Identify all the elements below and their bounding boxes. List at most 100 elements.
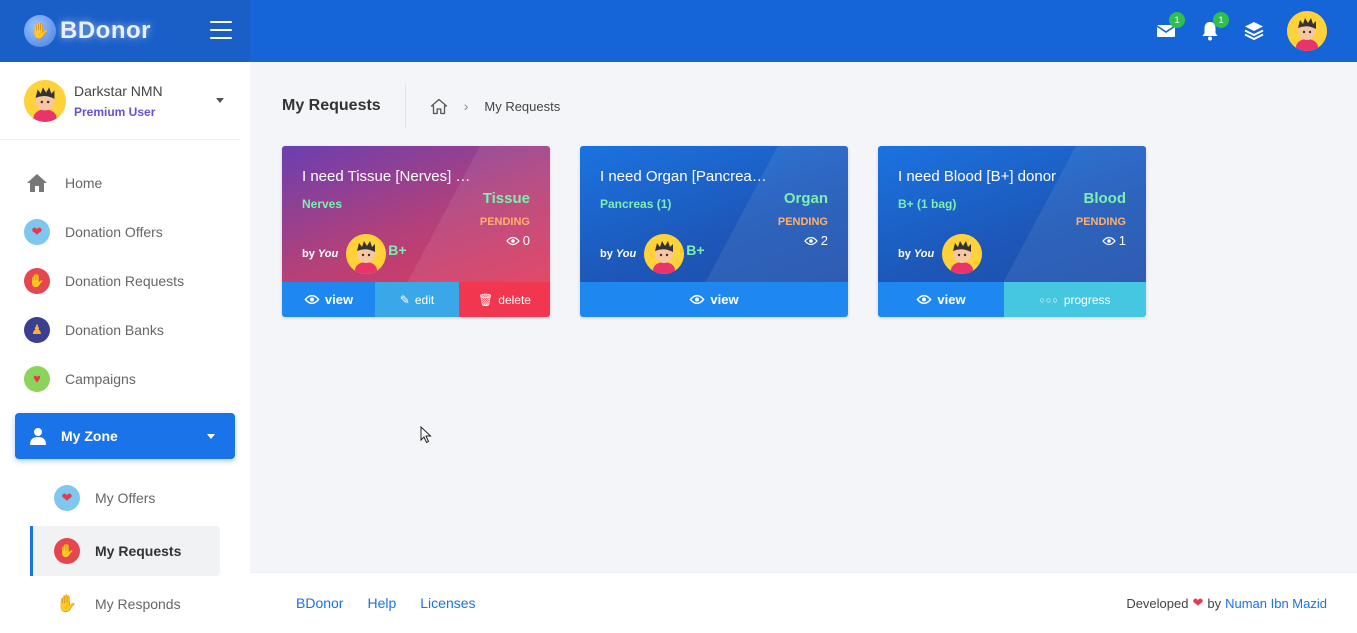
view-button-label: view — [324, 292, 354, 307]
request-cards: I need Tissue [Nerves] d... Nerves Tissu… — [282, 146, 1146, 317]
card-view-count: 2 — [820, 233, 828, 248]
trash-icon: 🗑 — [478, 292, 494, 307]
top-actions: 1 1 — [1155, 10, 1327, 52]
eye-icon — [803, 236, 818, 245]
blood-group: B+ — [388, 242, 407, 258]
layers-icon[interactable] — [1243, 20, 1265, 42]
home-icon[interactable] — [430, 97, 448, 115]
raised-hand-icon: ✋ — [56, 594, 78, 613]
footer-credit: Developed ❤ by Numan Ibn Mazid — [1126, 595, 1327, 611]
sidebar-item-label: My Requests — [95, 543, 182, 559]
card-type: Organ — [783, 190, 828, 207]
bank-icon: ♟ — [24, 316, 50, 343]
chevron-down-icon[interactable] — [216, 98, 224, 103]
card-title: I need Organ [Pancreas] ... — [600, 168, 770, 185]
status-badge: PENDING — [479, 216, 530, 228]
sidebar-item-my-zone[interactable]: My Zone — [15, 413, 235, 459]
chevron-right-icon: › — [463, 98, 469, 114]
sidebar-item-donation-requests[interactable]: ✋ Donation Requests — [0, 256, 250, 305]
footer-links: BDonor Help Licenses — [296, 595, 476, 611]
footer-link-help[interactable]: Help — [367, 595, 396, 611]
breadcrumb: › My Requests — [430, 97, 561, 115]
heart-offer-icon: ❤ — [54, 485, 80, 511]
edit-button[interactable]: ✎ edit — [375, 282, 459, 317]
card-title: I need Blood [B+] donor — [898, 168, 1057, 185]
view-button[interactable]: view — [878, 282, 1004, 317]
author-link[interactable]: Numan Ibn Mazid — [1225, 596, 1327, 611]
sidebar: Darkstar NMN Premium User Home ❤ Donatio… — [0, 62, 250, 633]
eye-icon — [304, 294, 320, 305]
card-body: I need Tissue [Nerves] d... Nerves Tissu… — [282, 146, 550, 282]
card-view-count: 0 — [522, 233, 530, 248]
mouse-cursor-icon — [420, 426, 432, 444]
avatar[interactable] — [1287, 11, 1327, 51]
sidebar-item-home[interactable]: Home — [0, 158, 250, 207]
card-actions: view ○○○ progress — [878, 282, 1146, 317]
credit-prefix: Developed — [1126, 595, 1189, 611]
top-bar: ✋ BDonor 1 1 — [0, 0, 1357, 62]
card-by-prefix: by — [302, 248, 315, 260]
card-title: I need Tissue [Nerves] d... — [302, 168, 472, 185]
sidebar-item-my-responds[interactable]: ✋ My Responds — [30, 579, 220, 629]
avatar — [346, 234, 387, 274]
avatar — [942, 234, 983, 274]
card-author: by You B+ — [600, 234, 705, 274]
sidebar-item-campaigns[interactable]: ♥ Campaigns — [0, 354, 250, 403]
avatar — [24, 79, 66, 122]
user-icon — [30, 428, 46, 445]
bell-icon[interactable]: 1 — [1199, 12, 1229, 42]
view-button-label: view — [937, 292, 966, 307]
user-profile[interactable]: Darkstar NMN Premium User — [0, 62, 240, 140]
sidebar-item-label: Campaigns — [65, 370, 136, 387]
hand-request-icon: ✋ — [54, 538, 80, 564]
brand-name: BDonor — [60, 17, 151, 44]
card-by-name: You — [317, 248, 339, 260]
sidebar-item-label: My Offers — [95, 490, 156, 506]
footer-link-licenses[interactable]: Licenses — [420, 595, 475, 611]
sidebar-item-label: Donation Offers — [65, 223, 163, 240]
sidebar-item-label: My Zone — [61, 428, 118, 444]
sidebar-item-my-offers[interactable]: ❤ My Offers — [30, 473, 220, 523]
card-by-prefix: by — [898, 248, 911, 260]
page-header: My Requests › My Requests — [282, 84, 560, 128]
sidebar-item-label: Home — [65, 174, 103, 191]
delete-button[interactable]: 🗑 delete — [459, 282, 550, 317]
card-views: 2 — [803, 233, 828, 248]
card-author: by You B+ — [302, 234, 407, 274]
view-button[interactable]: view — [282, 282, 375, 317]
breadcrumb-item: My Requests — [484, 98, 561, 114]
notification-badge: 1 — [1213, 12, 1229, 28]
card-view-count: 1 — [1118, 233, 1126, 248]
footer-link-bdonor[interactable]: BDonor — [296, 595, 343, 611]
sidebar-item-donation-banks[interactable]: ♟ Donation Banks — [0, 305, 250, 354]
pencil-icon: ✎ — [399, 292, 410, 307]
request-card: I need Tissue [Nerves] d... Nerves Tissu… — [282, 146, 550, 317]
delete-button-label: delete — [498, 292, 531, 307]
user-role: Premium User — [74, 104, 156, 119]
sidebar-nav: Home ❤ Donation Offers ✋ Donation Reques… — [0, 140, 250, 403]
hands-logo-icon: ✋ — [24, 15, 56, 47]
view-button[interactable]: view — [580, 282, 848, 317]
card-body: I need Blood [B+] donor B+ (1 bag) Blood… — [878, 146, 1146, 282]
credit-by: by — [1207, 595, 1222, 611]
mail-icon[interactable]: 1 — [1155, 12, 1185, 42]
campaign-icon: ♥ — [24, 365, 50, 392]
card-actions: view ✎ edit 🗑 delete — [282, 282, 550, 317]
eye-icon — [505, 236, 520, 245]
chevron-down-icon — [207, 434, 215, 439]
progress-button[interactable]: ○○○ progress — [1004, 282, 1146, 317]
card-type: Tissue — [482, 190, 530, 207]
card-views: 1 — [1101, 233, 1126, 248]
heart-icon: ❤ — [1192, 595, 1204, 610]
menu-toggle-icon[interactable] — [210, 21, 232, 39]
blood-group: B+ — [686, 242, 705, 258]
ellipsis-icon: ○○○ — [1039, 294, 1059, 305]
card-actions: view — [580, 282, 848, 317]
page-title: My Requests — [282, 84, 406, 128]
sidebar-item-donation-offers[interactable]: ❤ Donation Offers — [0, 207, 250, 256]
sidebar-item-my-requests[interactable]: ✋ My Requests — [30, 526, 220, 576]
mail-badge: 1 — [1169, 12, 1185, 28]
eye-icon — [1101, 236, 1116, 245]
view-button-label: view — [710, 292, 739, 307]
card-by-name: You — [615, 248, 637, 260]
